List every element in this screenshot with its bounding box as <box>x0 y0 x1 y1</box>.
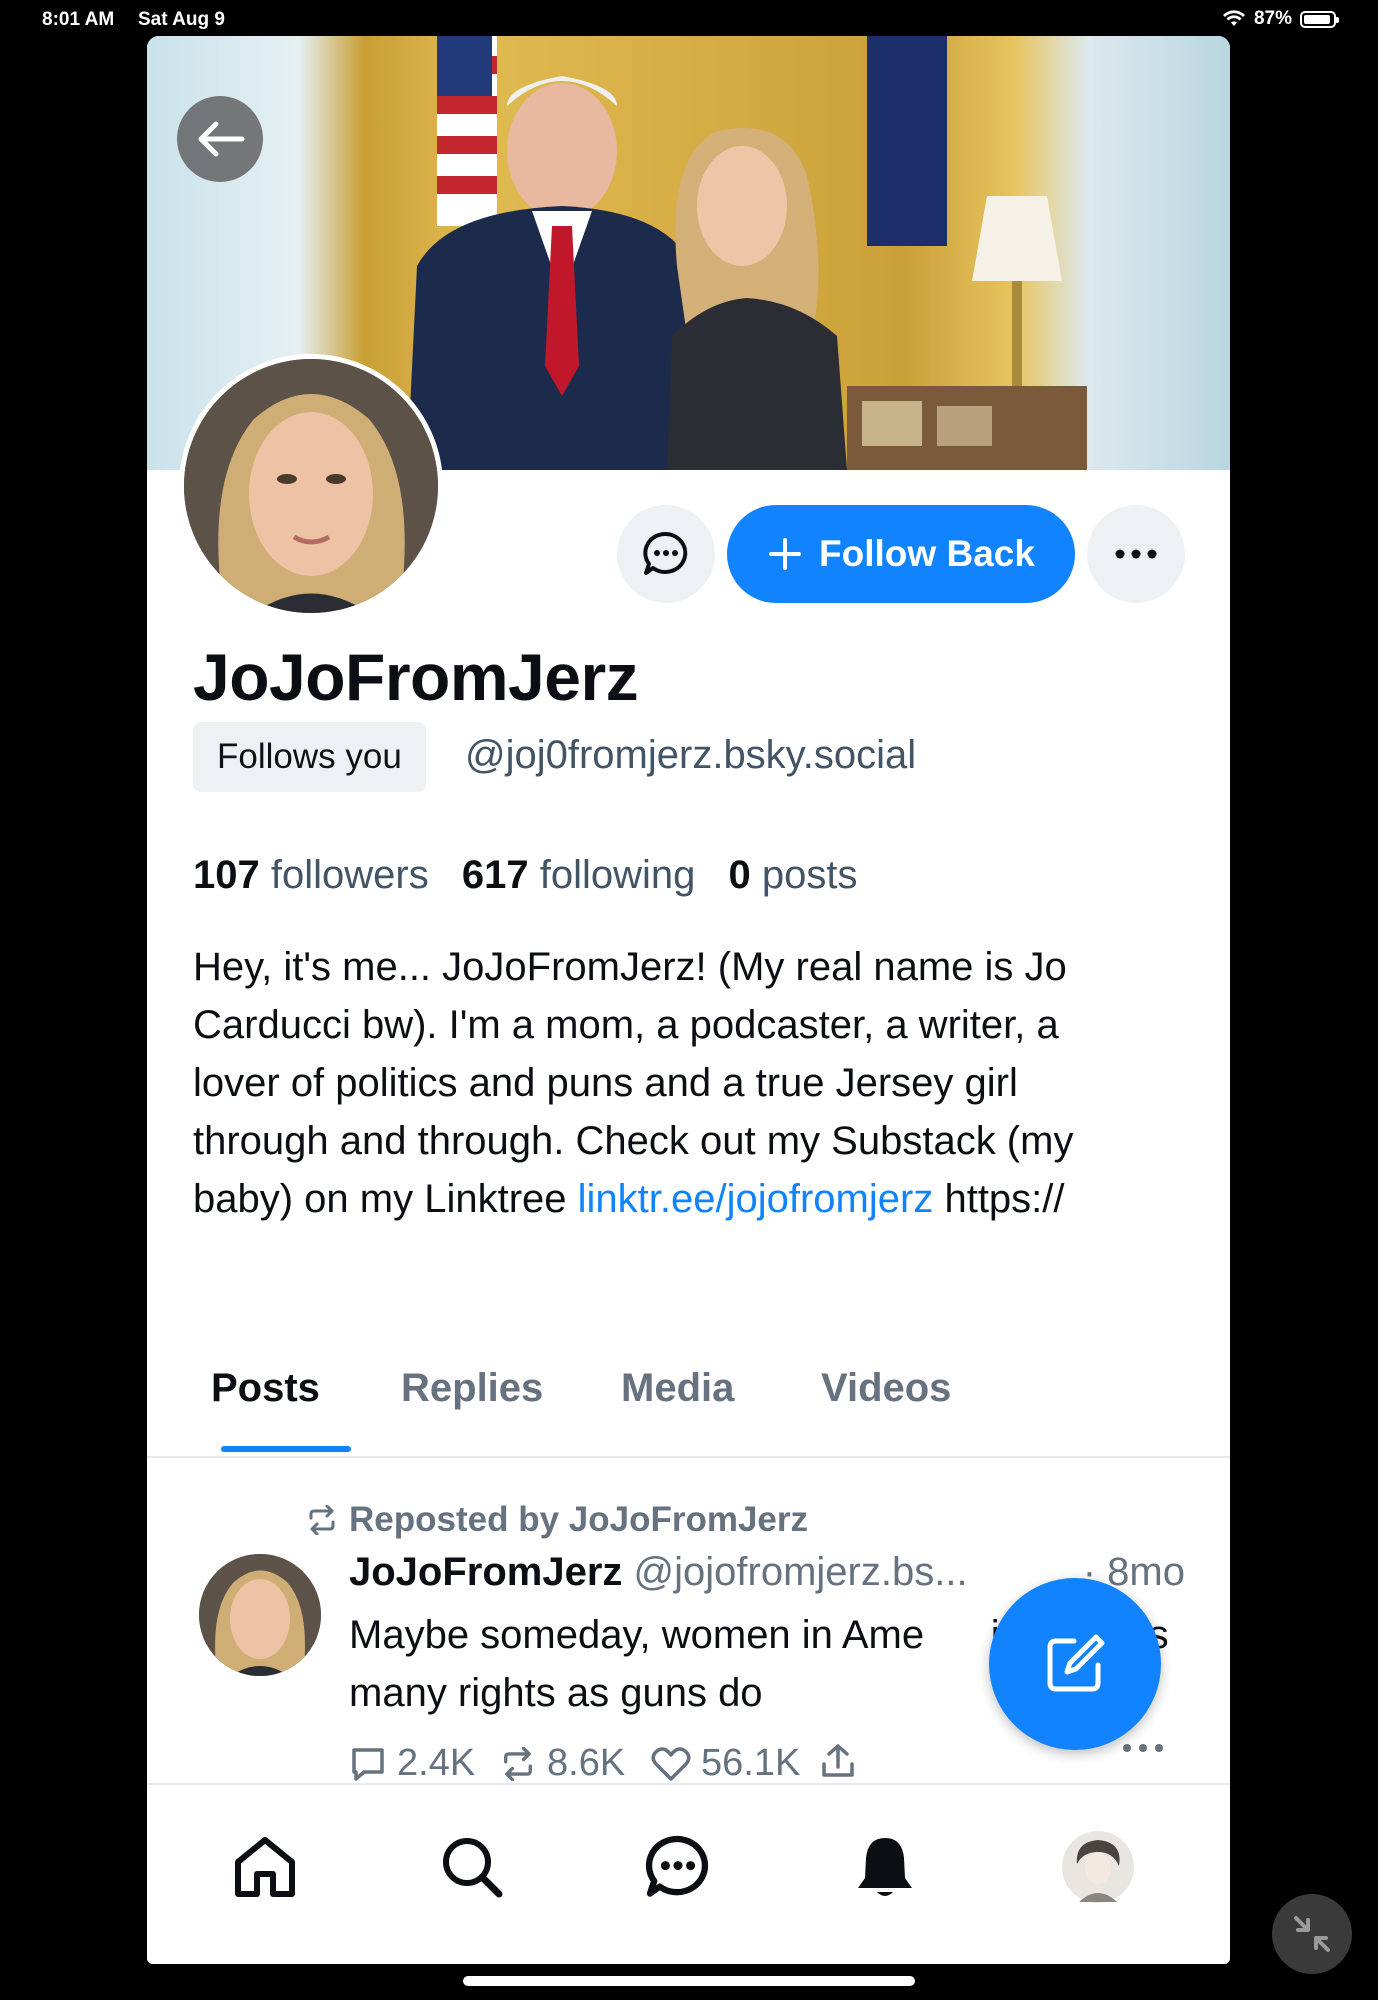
following-label: following <box>539 853 696 897</box>
active-tab-indicator <box>221 1446 351 1452</box>
post-author-name[interactable]: JoJoFromJerz <box>349 1550 622 1594</box>
post-more-button[interactable] <box>1121 1742 1165 1754</box>
plus-icon <box>769 538 802 570</box>
tab-media[interactable]: Media <box>621 1366 734 1411</box>
post-author-handle[interactable]: @jojofromjerz.bs... <box>634 1550 968 1594</box>
wifi-icon <box>1222 10 1245 26</box>
follow-back-button[interactable]: Follow Back <box>727 505 1075 603</box>
share-button[interactable] <box>819 1742 857 1780</box>
share-icon <box>822 1744 854 1777</box>
repost-icon <box>309 1505 335 1535</box>
battery-icon <box>1300 10 1339 28</box>
reply-count: 2.4K <box>397 1742 476 1784</box>
follow-back-label: Follow Back <box>819 533 1035 574</box>
posts-count: 0 <box>728 853 751 897</box>
status-bar: 8:01 AM Sat Aug 9 87% <box>0 0 1378 38</box>
followers-count: 107 <box>193 853 260 897</box>
nav-search[interactable] <box>432 1827 512 1907</box>
reply-icon <box>352 1747 384 1781</box>
nav-notifications[interactable] <box>845 1827 925 1907</box>
repost-indicator[interactable]: Reposted by JoJoFromJerz <box>305 1500 808 1540</box>
search-icon <box>443 1838 503 1898</box>
message-button[interactable] <box>617 505 715 603</box>
profile-tabs: Posts Replies Media Videos <box>147 1336 1230 1458</box>
messages-icon <box>645 1835 709 1897</box>
nav-profile[interactable] <box>1058 1827 1138 1907</box>
followers-stat[interactable]: 107 followers <box>193 853 429 897</box>
profile-stats: 107 followers 617 following 0 posts <box>193 853 857 898</box>
compose-button[interactable] <box>989 1578 1161 1750</box>
display-name: JoJoFromJerz <box>193 640 639 714</box>
profile-bio: Hey, it's me... JoJoFromJerz! (My real n… <box>193 938 1153 1228</box>
tab-posts[interactable]: Posts <box>211 1366 320 1411</box>
profile-avatar-icon <box>1062 1831 1134 1903</box>
bio-tail: https:// <box>944 1177 1065 1221</box>
repost-icon <box>504 1746 532 1781</box>
follows-you-label: Follows you <box>217 737 402 776</box>
repost-label: Reposted by JoJoFromJerz <box>349 1500 808 1539</box>
like-count: 56.1K <box>701 1742 801 1784</box>
like-button[interactable]: 56.1K <box>651 1742 800 1785</box>
battery-percent: 87% <box>1253 8 1292 29</box>
more-options-button[interactable] <box>1087 505 1185 603</box>
status-time: 8:01 AM <box>42 9 115 30</box>
tab-videos[interactable]: Videos <box>821 1366 951 1411</box>
chat-bubble-icon <box>643 531 688 575</box>
bell-icon <box>858 1838 912 1896</box>
nav-messages[interactable] <box>638 1827 718 1907</box>
like-icon <box>651 1746 691 1781</box>
reply-button[interactable]: 2.4K <box>349 1742 475 1785</box>
post-author-avatar[interactable] <box>199 1554 321 1676</box>
ellipsis-icon <box>1115 549 1157 559</box>
status-date: Sat Aug 9 <box>138 9 225 30</box>
repost-button[interactable]: 8.6K <box>499 1742 625 1785</box>
home-icon <box>235 1837 295 1897</box>
following-stat[interactable]: 617 following <box>462 853 696 897</box>
profile-screen: Follow Back JoJoFromJerz Follows you @jo… <box>147 36 1230 1964</box>
bio-link[interactable]: linktr.ee/jojofromjerz <box>578 1177 934 1221</box>
back-button[interactable] <box>177 96 263 182</box>
profile-actions: Follow Back <box>147 505 1230 605</box>
profile-handle[interactable]: @joj0fromjerz.bsky.social <box>465 733 916 778</box>
minimize-button[interactable] <box>1272 1894 1352 1974</box>
post-avatar-photo <box>199 1554 321 1676</box>
nav-home[interactable] <box>225 1827 305 1907</box>
compose-icon <box>1047 1634 1105 1692</box>
tab-replies[interactable]: Replies <box>401 1366 543 1411</box>
home-indicator[interactable] <box>463 1976 915 1986</box>
followers-label: followers <box>270 853 429 897</box>
repost-count: 8.6K <box>547 1742 626 1784</box>
posts-label: posts <box>761 853 858 897</box>
minimize-icon <box>1294 1916 1330 1952</box>
status-right: 87% <box>1222 8 1339 30</box>
follows-you-badge: Follows you <box>193 722 426 792</box>
posts-stat: 0 posts <box>729 853 858 897</box>
ellipsis-icon <box>1123 1744 1163 1752</box>
bottom-navigation <box>147 1783 1230 1964</box>
post-header: JoJoFromJerz @jojofromjerz.bs... <box>349 1550 968 1595</box>
back-arrow-icon <box>198 121 245 157</box>
following-count: 617 <box>461 853 529 897</box>
